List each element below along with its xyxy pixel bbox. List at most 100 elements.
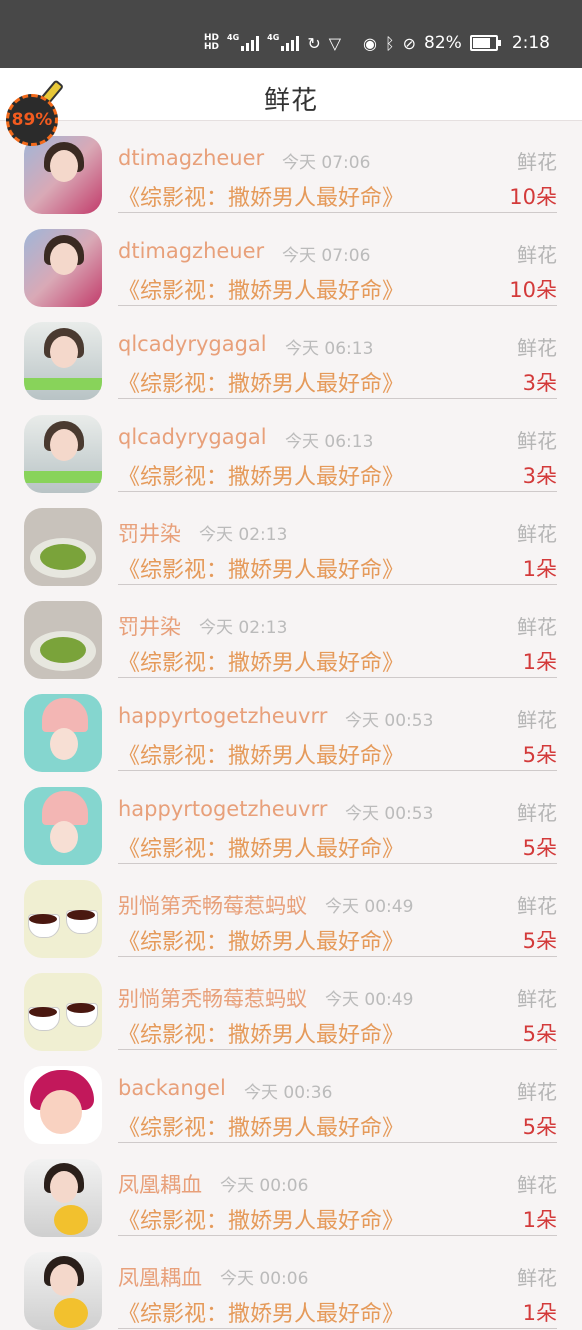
status-bar: HD HD 4G 4G ↻ ▽ ◉ ᛒ ⊘ 82% 2:18 — [0, 0, 582, 68]
gift-type-label: 鲜花 — [517, 429, 557, 453]
username[interactable]: qlcadyrygagal — [118, 332, 267, 356]
hd-icon: HD HD — [204, 33, 220, 52]
username[interactable]: 别惝第秃畅莓惹蚂蚁 — [118, 890, 307, 920]
list-item[interactable]: 别惝第秃畅莓惹蚂蚁 今天 00:49 鲜花《综影视：撒娇男人最好命》 5朵 — [0, 957, 582, 1051]
avatar[interactable] — [24, 1252, 102, 1330]
data-icon: 4G — [267, 33, 280, 42]
book-title[interactable]: 《综影视：撒娇男人最好命》 — [118, 366, 404, 398]
username[interactable]: happyrtogetzheuvrr — [118, 704, 327, 728]
row-divider — [118, 1328, 557, 1329]
mute-icon: ⊘ — [402, 33, 417, 53]
flower-count: 5朵 — [522, 1115, 557, 1139]
username[interactable]: dtimagzheuer — [118, 239, 264, 263]
username[interactable]: 罚井染 — [118, 611, 181, 641]
gift-type-label: 鲜花 — [517, 336, 557, 360]
book-title[interactable]: 《综影视：撒娇男人最好命》 — [118, 552, 404, 584]
gift-type-label: 鲜花 — [517, 1173, 557, 1197]
flower-count: 5朵 — [522, 1022, 557, 1046]
flower-record-list[interactable]: dtimagzheuer 今天 07:06 鲜花 《综影视：撒娇男人最好命》 10朵 dt… — [0, 120, 582, 1330]
avatar[interactable] — [24, 787, 102, 865]
timestamp: 今天 07:06 — [282, 246, 371, 266]
title-bar: 鲜花 — [0, 68, 582, 121]
gift-type-label: 鲜花 — [517, 894, 557, 918]
flower-count: 3朵 — [522, 464, 557, 488]
clock: 2:18 — [511, 33, 550, 53]
gift-type-label: 鲜花 — [517, 987, 557, 1011]
timestamp: 今天 06:13 — [285, 432, 374, 452]
battery-percent: 82% — [424, 33, 462, 53]
timestamp: 今天 00:49 — [325, 990, 414, 1010]
timestamp: 今天 07:06 — [282, 153, 371, 173]
signal-icon — [281, 35, 300, 51]
eye-icon: ◉ — [363, 33, 377, 53]
sync-icon: ↻ — [307, 33, 321, 53]
gift-type-label: 鲜花 — [517, 1080, 557, 1104]
book-title[interactable]: 《综影视：撒娇男人最好命》 — [118, 924, 404, 956]
username[interactable]: backangel — [118, 1076, 226, 1100]
timestamp: 今天 00:06 — [220, 1176, 309, 1196]
username[interactable]: happyrtogetzheuvrr — [118, 797, 327, 821]
gift-type-label: 鲜花 — [517, 243, 557, 267]
book-title[interactable]: 《综影视：撒娇男人最好命》 — [118, 273, 404, 305]
timestamp: 今天 00:53 — [345, 804, 434, 824]
shield-icon: ▽ — [328, 33, 342, 53]
signal-icon — [241, 35, 260, 51]
avatar[interactable] — [24, 1159, 102, 1237]
battery-icon — [469, 35, 501, 51]
username[interactable]: dtimagzheuer — [118, 146, 264, 170]
flower-count: 3朵 — [522, 371, 557, 395]
book-title[interactable]: 《综影视：撒娇男人最好命》 — [118, 738, 404, 770]
list-item[interactable]: qlcadyrygagal 今天 06:13 鲜花《综影视：撒娇男人最好命》 3朵 — [0, 306, 582, 400]
flower-count: 5朵 — [522, 929, 557, 953]
avatar[interactable] — [24, 508, 102, 586]
avatar[interactable] — [24, 415, 102, 493]
gift-type-label: 鲜花 — [517, 615, 557, 639]
username[interactable]: 凤凰耦血 — [118, 1169, 202, 1199]
flower-count: 10朵 — [509, 185, 557, 209]
list-item[interactable]: backangel 今天 00:36 鲜花 《综影视：撒娇男人最好命》 5朵 — [0, 1050, 582, 1144]
list-item[interactable]: happyrtogetzheuvrr 今天 00:53 鲜花 《综影视：撒娇男人最好命… — [0, 771, 582, 865]
avatar[interactable] — [24, 322, 102, 400]
avatar[interactable] — [24, 973, 102, 1051]
book-title[interactable]: 《综影视：撒娇男人最好命》 — [118, 1296, 404, 1328]
list-item[interactable]: 罚井染 今天 02:13 鲜花 《综影视：撒娇男人最好命》 1朵 — [0, 585, 582, 679]
list-item[interactable]: 罚井染 今天 02:13 鲜花 《综影视：撒娇男人最好命》 1朵 — [0, 492, 582, 586]
list-item[interactable]: dtimagzheuer 今天 07:06 鲜花《综影视：撒娇男人最好命》 10朵 — [0, 213, 582, 307]
avatar[interactable] — [24, 229, 102, 307]
list-item[interactable]: 凤凰耦血 今天 00:06 鲜花 《综影视：撒娇男人最好命》 1朵 — [0, 1143, 582, 1237]
book-title[interactable]: 《综影视：撒娇男人最好命》 — [118, 180, 404, 212]
book-title[interactable]: 《综影视：撒娇男人最好命》 — [118, 459, 404, 491]
username[interactable]: 罚井染 — [118, 518, 181, 548]
book-title[interactable]: 《综影视：撒娇男人最好命》 — [118, 831, 404, 863]
timestamp: 今天 06:13 — [285, 339, 374, 359]
flower-count: 1朵 — [522, 557, 557, 581]
list-item[interactable]: dtimagzheuer 今天 07:06 鲜花《综影视：撒娇男人最好命》 10朵 — [0, 120, 582, 214]
book-title[interactable]: 《综影视：撒娇男人最好命》 — [118, 1203, 404, 1235]
list-item[interactable]: 凤凰耦血 今天 00:06 鲜花《综影视：撒娇男人最好命》 1朵 — [0, 1236, 582, 1330]
memory-boost-widget[interactable]: 89% — [6, 74, 65, 150]
gift-type-label: 鲜花 — [517, 708, 557, 732]
book-title[interactable]: 《综影视：撒娇男人最好命》 — [118, 645, 404, 677]
flower-count: 5朵 — [522, 836, 557, 860]
timestamp: 今天 00:06 — [220, 1269, 309, 1289]
avatar[interactable] — [24, 694, 102, 772]
avatar[interactable] — [24, 601, 102, 679]
list-item[interactable]: qlcadyrygagal 今天 06:13 鲜花《综影视：撒娇男人最好命》 3朵 — [0, 399, 582, 493]
book-title[interactable]: 《综影视：撒娇男人最好命》 — [118, 1017, 404, 1049]
username[interactable]: 凤凰耦血 — [118, 1262, 202, 1292]
timestamp: 今天 00:53 — [345, 711, 434, 731]
gift-type-label: 鲜花 — [517, 1266, 557, 1290]
book-title[interactable]: 《综影视：撒娇男人最好命》 — [118, 1110, 404, 1142]
avatar[interactable] — [24, 880, 102, 958]
avatar[interactable] — [24, 1066, 102, 1144]
flower-count: 10朵 — [509, 278, 557, 302]
list-item[interactable]: 别惝第秃畅莓惹蚂蚁 今天 00:49 鲜花 《综影视：撒娇男人最好命》 5朵 — [0, 864, 582, 958]
username[interactable]: 别惝第秃畅莓惹蚂蚁 — [118, 983, 307, 1013]
boost-percent: 89% — [11, 110, 53, 130]
username[interactable]: qlcadyrygagal — [118, 425, 267, 449]
flower-count: 1朵 — [522, 1301, 557, 1325]
flower-count: 5朵 — [522, 743, 557, 767]
list-item[interactable]: happyrtogetzheuvrr 今天 00:53 鲜花《综影视：撒娇男人最好命… — [0, 678, 582, 772]
page-title: 鲜花 — [263, 86, 318, 116]
gift-type-label: 鲜花 — [517, 150, 557, 174]
